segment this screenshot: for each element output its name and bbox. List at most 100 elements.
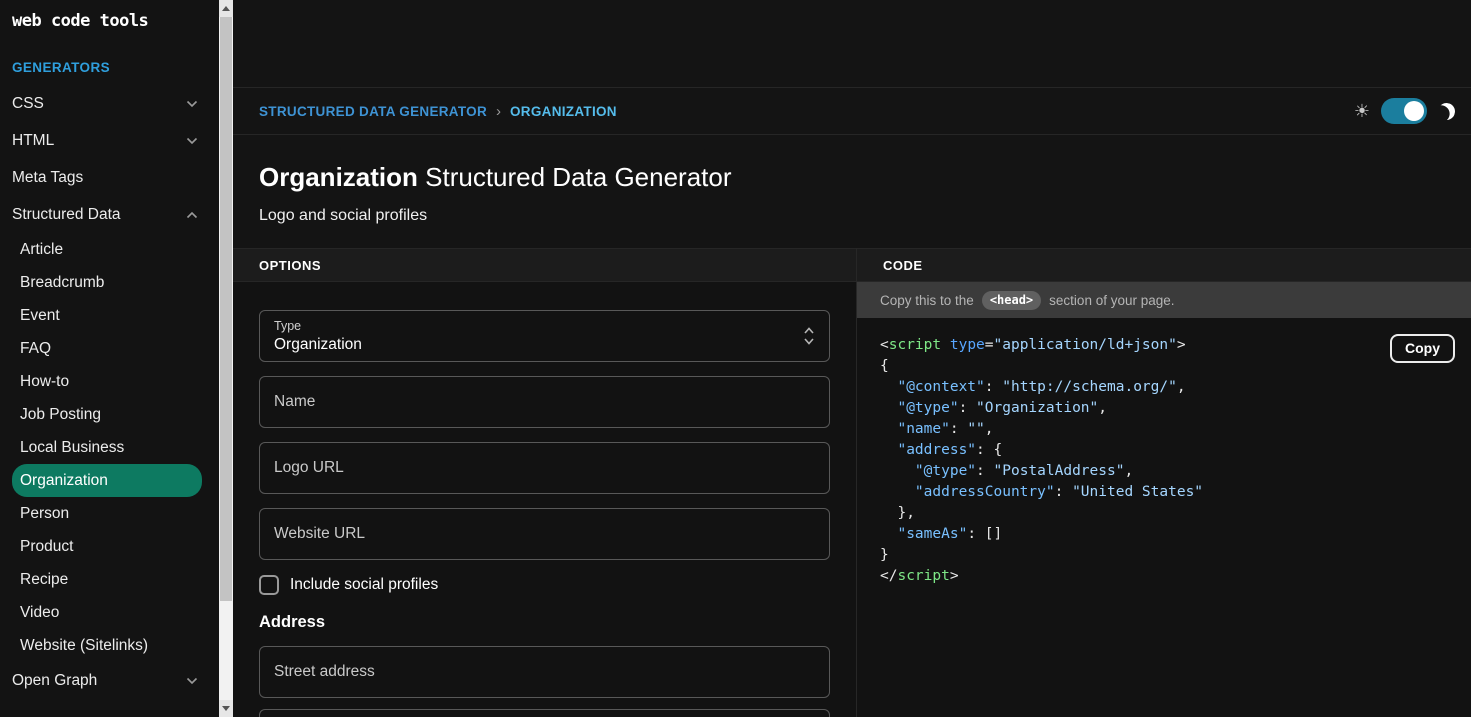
code-block: <script type="application/ld+json">{ "@c… [857, 318, 1471, 587]
sidebar-item-person[interactable]: Person [0, 497, 219, 530]
sidebar-item-open-graph[interactable]: Open Graph [0, 662, 219, 699]
sidebar-item-label: Article [20, 241, 63, 259]
sidebar-item-label: Event [20, 307, 60, 325]
sidebar-item-article[interactable]: Article [0, 233, 219, 266]
chevron-up-icon [185, 208, 199, 222]
sidebar-item-label: Organization [20, 472, 108, 490]
sidebar-item-how-to[interactable]: How-to [0, 365, 219, 398]
chevron-down-icon [185, 97, 199, 111]
app-logo[interactable]: web code tools [0, 0, 219, 31]
sidebar-section-generators: GENERATORS [0, 60, 219, 75]
chevron-down-icon [185, 674, 199, 688]
scrollbar-up-arrow[interactable] [219, 0, 233, 17]
name-field[interactable] [259, 376, 830, 428]
sidebar-nav: CSS HTML Meta Tags Structured Data Article Br… [0, 85, 219, 699]
sidebar-item-label: Person [20, 505, 69, 523]
sidebar-item-label: How-to [20, 373, 69, 391]
sidebar-item-faq[interactable]: FAQ [0, 332, 219, 365]
breadcrumb-organization: ORGANIZATION [510, 104, 617, 119]
code-line: "@type": "PostalAddress", [880, 461, 1471, 482]
sidebar-item-html[interactable]: HTML [0, 122, 219, 159]
page-title-rest: Structured Data Generator [418, 162, 732, 192]
sidebar-item-label: Structured Data [12, 206, 121, 224]
copy-button[interactable]: Copy [1390, 334, 1455, 363]
theme-toggle-switch[interactable] [1381, 98, 1427, 124]
address-heading: Address [259, 613, 830, 632]
sidebar-item-label: Breadcrumb [20, 274, 104, 292]
breadcrumb-structured-data-generator[interactable]: STRUCTURED DATA GENERATOR [259, 104, 487, 119]
code-line: </script> [880, 566, 1471, 587]
options-panel-header: OPTIONS [233, 248, 856, 282]
type-select-value: Organization [274, 336, 789, 354]
code-line: }, [880, 503, 1471, 524]
chevron-down-icon [185, 134, 199, 148]
moon-icon [1437, 101, 1456, 120]
options-fields [259, 376, 830, 560]
triangle-up-icon [222, 6, 230, 11]
page-title-bold: Organization [259, 162, 418, 192]
sidebar-item-css[interactable]: CSS [0, 85, 219, 122]
code-body: Copy this to the <head> section of your … [857, 282, 1471, 717]
sidebar-item-label: Meta Tags [12, 169, 83, 187]
code-line: { [880, 356, 1471, 377]
code-line: "addressCountry": "United States" [880, 482, 1471, 503]
next-address-field-partial[interactable] [259, 709, 830, 717]
sidebar-item-label: FAQ [20, 340, 51, 358]
sidebar-item-local-business[interactable]: Local Business [0, 431, 219, 464]
select-updown-icon [802, 325, 816, 347]
sidebar-item-breadcrumb[interactable]: Breadcrumb [0, 266, 219, 299]
include-social-profiles-checkbox[interactable] [259, 575, 279, 595]
sidebar-item-label: CSS [12, 95, 44, 113]
logo-url-field[interactable] [259, 442, 830, 494]
sidebar-item-label: Recipe [20, 571, 68, 589]
sidebar-item-structured-data[interactable]: Structured Data [0, 196, 219, 233]
copy-note: Copy this to the <head> section of your … [857, 282, 1471, 318]
sidebar-item-video[interactable]: Video [0, 596, 219, 629]
copy-note-suffix: section of your page. [1049, 293, 1174, 308]
sidebar-item-label: Product [20, 538, 73, 556]
website-url-field[interactable] [259, 508, 830, 560]
page-title: Organization Structured Data Generator [259, 162, 1471, 193]
sun-icon: ☀ [1354, 102, 1370, 120]
checkbox-label: Include social profiles [290, 576, 438, 594]
code-line: "name": "", [880, 419, 1471, 440]
head-tag-badge: <head> [982, 291, 1041, 310]
code-panel-header: CODE [857, 248, 1471, 282]
sidebar-item-label: Job Posting [20, 406, 101, 424]
sidebar-item-meta-tags[interactable]: Meta Tags [0, 159, 219, 196]
options-form: Type Organization Include social profile… [233, 282, 856, 717]
sidebar: web code tools GENERATORS CSS HTML Meta Ta… [0, 0, 219, 717]
sidebar-item-label: HTML [12, 132, 54, 150]
code-line: "sameAs": [] [880, 524, 1471, 545]
street-address-field[interactable] [259, 646, 830, 698]
code-line: "@context": "http://schema.org/", [880, 377, 1471, 398]
sidebar-item-organization[interactable]: Organization [12, 464, 202, 497]
code-line: "address": { [880, 440, 1471, 461]
toggle-knob [1404, 101, 1424, 121]
breadcrumb: STRUCTURED DATA GENERATOR › ORGANIZATION… [233, 87, 1471, 135]
sidebar-item-label: Video [20, 604, 59, 622]
sidebar-item-label: Website (Sitelinks) [20, 637, 148, 655]
code-line: "@type": "Organization", [880, 398, 1471, 419]
sidebar-item-label: Local Business [20, 439, 124, 457]
sidebar-scrollbar[interactable] [219, 0, 233, 717]
sidebar-item-event[interactable]: Event [0, 299, 219, 332]
sidebar-item-product[interactable]: Product [0, 530, 219, 563]
sidebar-item-job-posting[interactable]: Job Posting [0, 398, 219, 431]
triangle-down-icon [222, 706, 230, 711]
code-line: <script type="application/ld+json"> [880, 335, 1471, 356]
options-panel: OPTIONS Type Organization Include social… [233, 248, 857, 717]
panels: OPTIONS Type Organization Include social… [233, 248, 1471, 717]
app-window: web code tools GENERATORS CSS HTML Meta Ta… [0, 0, 1471, 717]
copy-note-prefix: Copy this to the [880, 293, 974, 308]
sidebar-item-website-sitelinks[interactable]: Website (Sitelinks) [0, 629, 219, 662]
scrollbar-thumb[interactable] [220, 17, 232, 601]
sidebar-item-label: Open Graph [12, 672, 97, 690]
type-select[interactable]: Type Organization [259, 310, 830, 362]
sidebar-item-recipe[interactable]: Recipe [0, 563, 219, 596]
theme-toggle-group: ☀ [1354, 98, 1455, 124]
main-content: STRUCTURED DATA GENERATOR › ORGANIZATION… [233, 0, 1471, 717]
breadcrumb-separator-icon: › [496, 103, 501, 120]
scrollbar-down-arrow[interactable] [219, 700, 233, 717]
code-line: } [880, 545, 1471, 566]
